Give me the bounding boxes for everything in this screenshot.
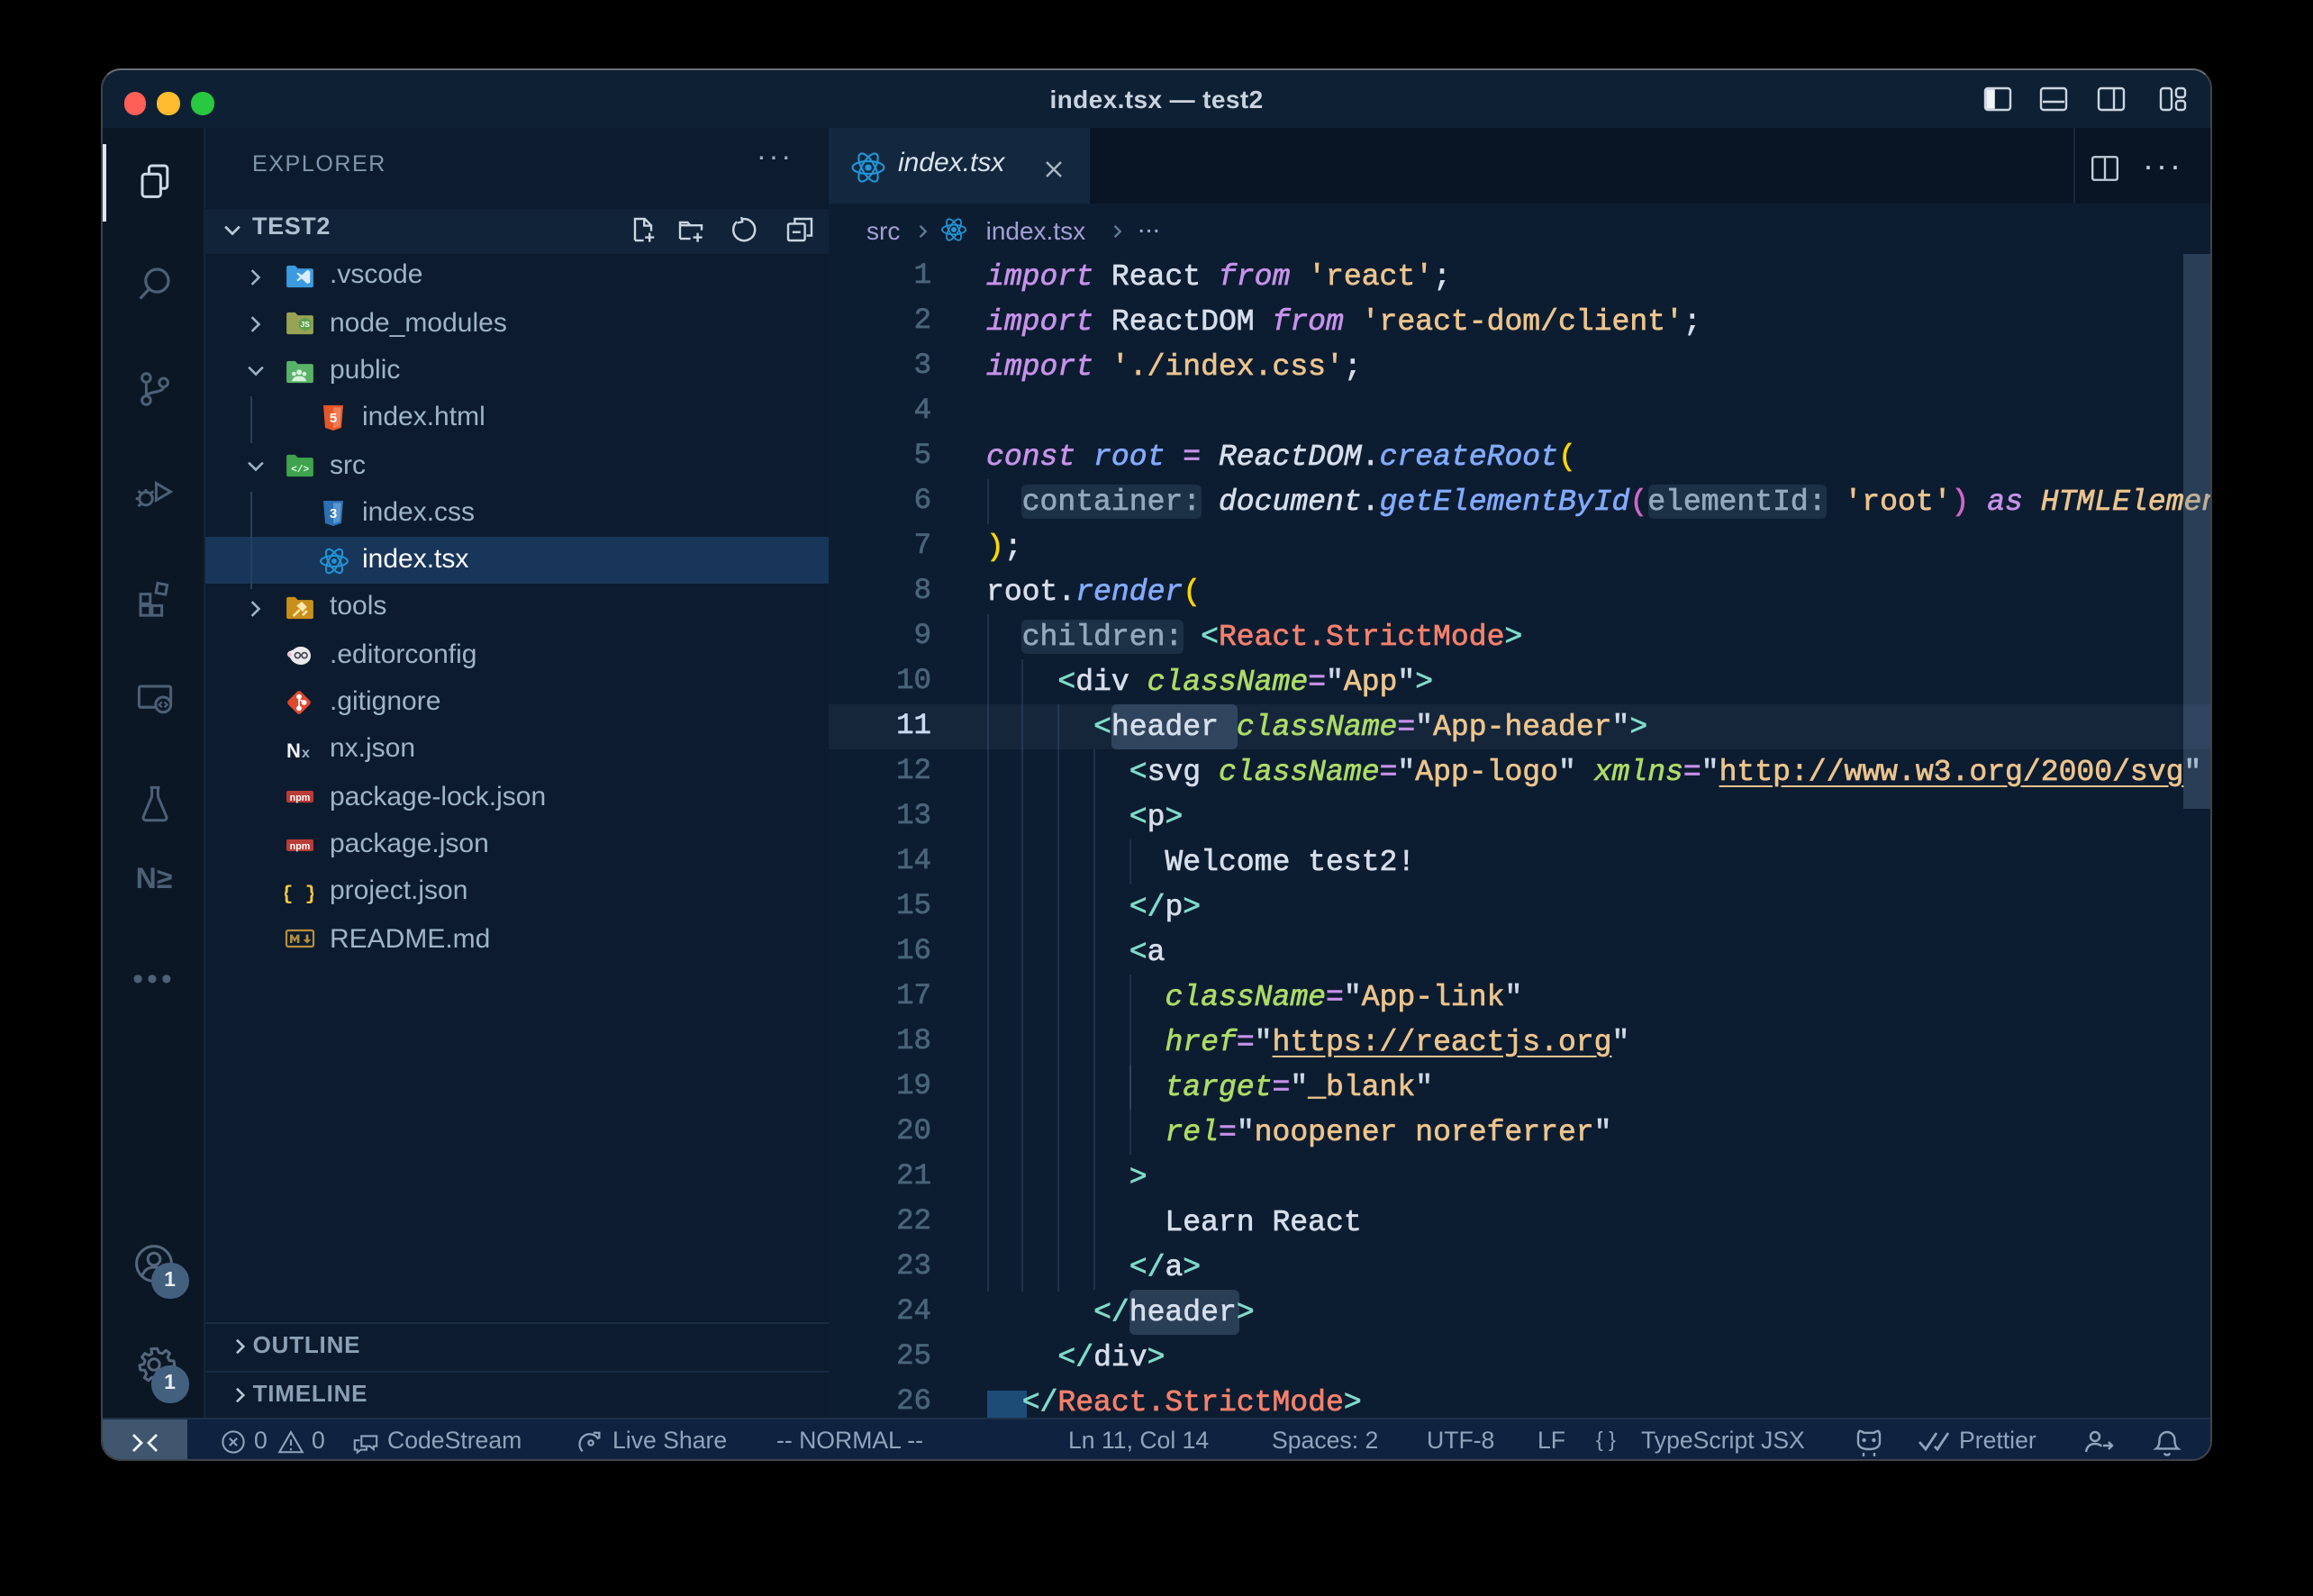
svg-text:5: 5	[329, 411, 336, 426]
svg-text:</>: </>	[291, 465, 309, 476]
svg-text:JS: JS	[301, 321, 311, 330]
svg-text:npm: npm	[290, 840, 311, 851]
svg-text:{ }: { }	[285, 884, 313, 906]
svg-text:x: x	[302, 746, 310, 761]
svg-text:3: 3	[329, 505, 336, 521]
svg-text:npm: npm	[290, 793, 311, 804]
svg-text:N: N	[286, 739, 301, 762]
